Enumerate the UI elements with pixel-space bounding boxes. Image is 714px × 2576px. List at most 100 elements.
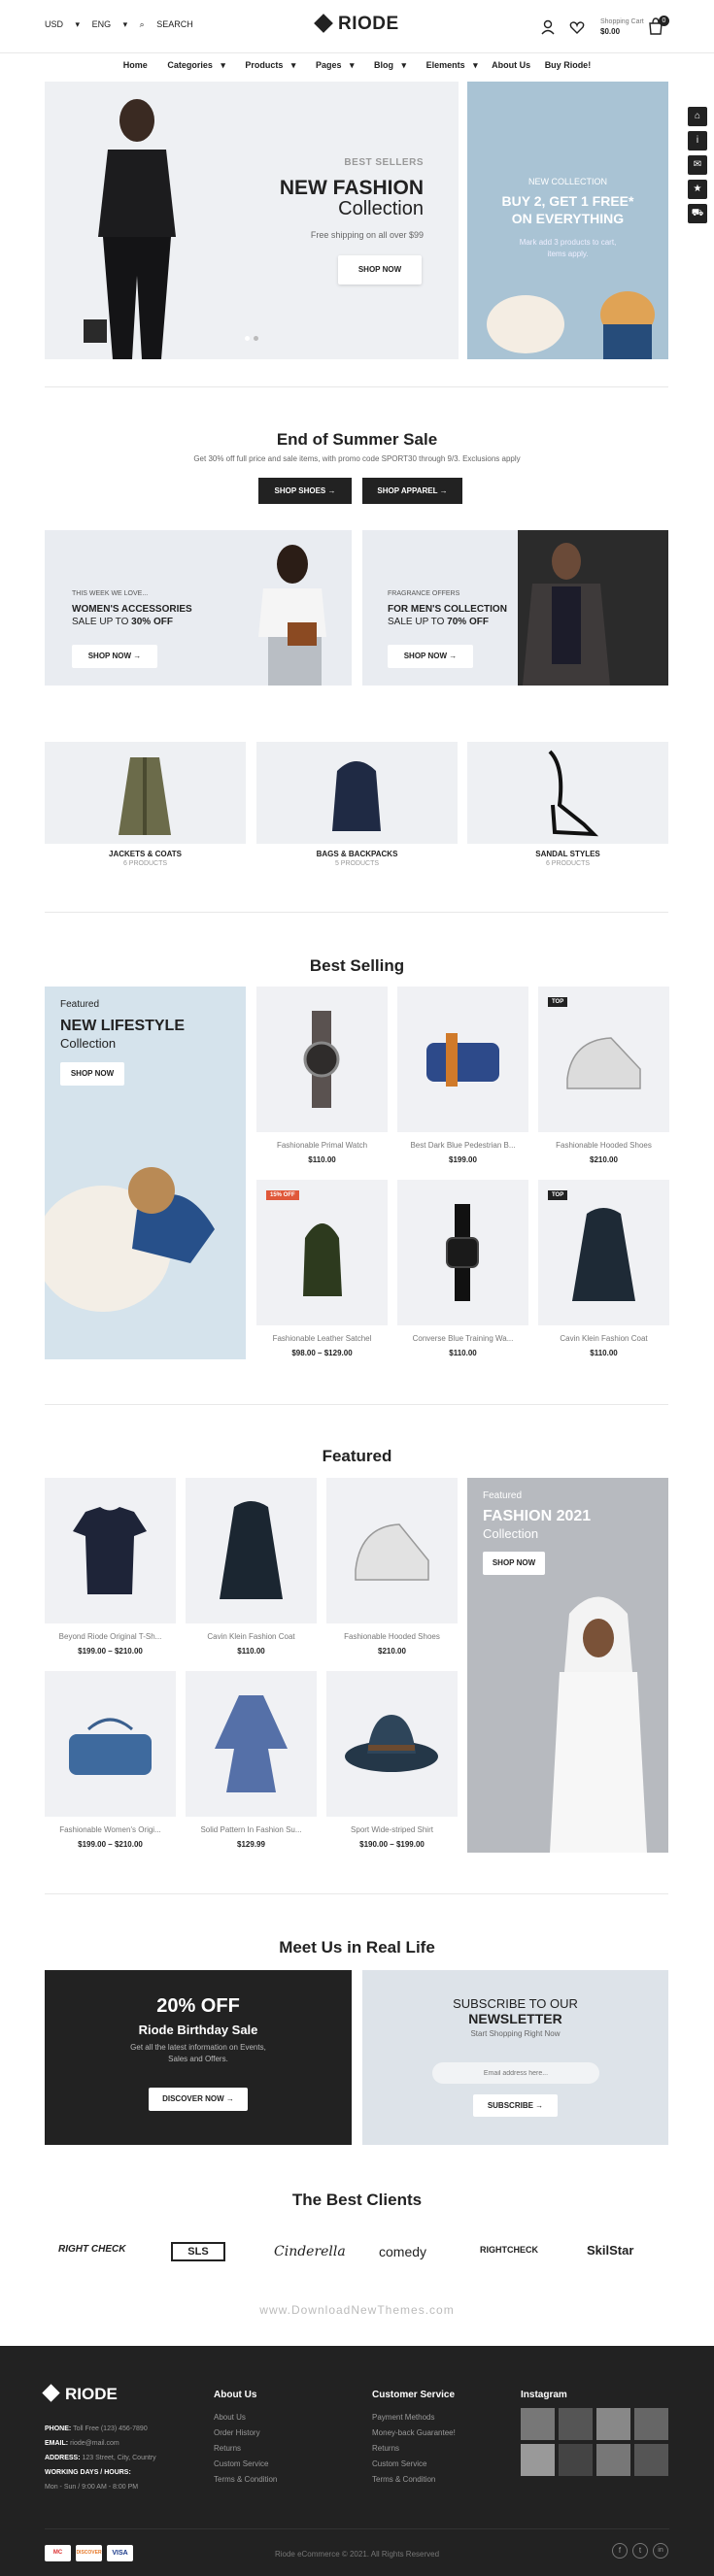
discover-now-button[interactable]: DISCOVER NOW → xyxy=(149,2088,248,2111)
nav-products[interactable]: Products ▾ xyxy=(239,60,295,71)
category-name[interactable]: JACKETS & COATS xyxy=(45,850,246,858)
nav-home[interactable]: Home xyxy=(123,60,148,70)
nav-elements[interactable]: Elements ▾ xyxy=(421,60,478,71)
product-name[interactable]: Cavin Klein Fashion Coat xyxy=(186,1632,317,1641)
product-name[interactable]: Sport Wide-striped Shirt xyxy=(326,1825,458,1834)
promo-shop-now-button[interactable]: SHOP NOW xyxy=(483,1552,545,1575)
banner-shop-now-button[interactable]: SHOP NOW → xyxy=(388,645,473,668)
home-icon[interactable]: ⌂ xyxy=(688,107,707,126)
birthday-sale-banner[interactable]: 20% OFF Riode Birthday Sale Get all the … xyxy=(45,1970,352,2145)
fashion-2021-promo[interactable]: Featured FASHION 2021 Collection SHOP NO… xyxy=(467,1478,668,1853)
client-logo-sls[interactable]: SLS xyxy=(171,2242,225,2261)
language-selector[interactable]: ENG ▾ xyxy=(92,19,128,30)
promo-shop-now-button[interactable]: SHOP NOW xyxy=(60,1062,124,1086)
banner-shop-now-button[interactable]: SHOP NOW → xyxy=(72,645,157,668)
category-sandals[interactable] xyxy=(467,742,668,844)
instagram-photo[interactable] xyxy=(634,2444,668,2476)
product-name[interactable]: Fashionable Leather Satchel xyxy=(256,1334,388,1343)
product-image[interactable] xyxy=(186,1671,317,1817)
search-toggle[interactable]: ⌕ SEARCH xyxy=(140,19,203,30)
category-name[interactable]: SANDAL STYLES xyxy=(467,850,668,858)
product-name[interactable]: Fashionable Primal Watch xyxy=(256,1141,388,1150)
subscribe-button[interactable]: SUBSCRIBE → xyxy=(473,2094,558,2117)
nav-categories[interactable]: Categories ▾ xyxy=(161,60,225,71)
product-image[interactable]: 15% OFF xyxy=(256,1180,388,1325)
footer-link[interactable]: Custom Service xyxy=(372,2457,456,2472)
category-name[interactable]: BAGS & BACKPACKS xyxy=(256,850,458,858)
site-logo[interactable]: RIODE xyxy=(314,14,399,35)
instagram-photo[interactable] xyxy=(596,2444,630,2476)
footer-link[interactable]: Terms & Condition xyxy=(214,2472,277,2488)
slider-dot-active[interactable] xyxy=(245,336,250,341)
shop-shoes-button[interactable]: SHOP SHOES → xyxy=(258,478,352,504)
product-image[interactable] xyxy=(397,1180,528,1325)
instagram-photo[interactable] xyxy=(634,2408,668,2440)
nav-pages[interactable]: Pages ▾ xyxy=(310,60,355,71)
product-image[interactable] xyxy=(45,1478,176,1623)
product-name[interactable]: Fashionable Hooded Shoes xyxy=(326,1632,458,1641)
shop-apparel-button[interactable]: SHOP APPAREL → xyxy=(362,478,462,504)
category-jackets[interactable] xyxy=(45,742,246,844)
product-name[interactable]: Fashionable Women's Origi... xyxy=(45,1825,176,1834)
product-image[interactable] xyxy=(256,987,388,1132)
section-divider xyxy=(45,386,668,387)
client-logo-comedy[interactable]: comedy xyxy=(379,2244,447,2259)
twitter-icon[interactable]: t xyxy=(632,2543,648,2559)
product-name[interactable]: Best Dark Blue Pedestrian B... xyxy=(397,1141,528,1150)
instagram-photo[interactable] xyxy=(559,2408,593,2440)
footer-link[interactable]: Returns xyxy=(372,2441,456,2457)
linkedin-icon[interactable]: in xyxy=(653,2543,668,2559)
newsletter-email-input[interactable] xyxy=(432,2062,599,2084)
nav-about[interactable]: About Us xyxy=(492,60,530,70)
product-name[interactable]: Beyond Riode Original T-Sh... xyxy=(45,1632,176,1641)
product-name[interactable]: Converse Blue Training Wa... xyxy=(397,1334,528,1343)
womens-accessories-banner[interactable]: THIS WEEK WE LOVE... WOMEN'S ACCESSORIES… xyxy=(45,530,352,686)
lifestyle-promo[interactable]: Featured NEW LIFESTYLE Collection SHOP N… xyxy=(45,987,246,1359)
product-image[interactable] xyxy=(45,1671,176,1817)
chat-icon[interactable]: ✉ xyxy=(688,155,707,175)
product-image[interactable]: TOP xyxy=(538,987,669,1132)
footer-link[interactable]: About Us xyxy=(214,2410,277,2425)
search-icon: ⌕ xyxy=(139,19,145,29)
product-name[interactable]: Cavin Klein Fashion Coat xyxy=(538,1334,669,1343)
hero-side-banner[interactable]: NEW COLLECTION BUY 2, GET 1 FREE* ON EVE… xyxy=(467,82,668,359)
client-logo-rightcheck-2[interactable]: RIGHTCHECK xyxy=(480,2245,558,2255)
dress-image xyxy=(215,1695,288,1792)
user-icon[interactable] xyxy=(540,19,556,35)
star-icon[interactable]: ★ xyxy=(688,180,707,199)
footer-logo[interactable]: RIODE xyxy=(42,2384,118,2404)
footer-link[interactable]: Payment Methods xyxy=(372,2410,456,2425)
nav-blog[interactable]: Blog ▾ xyxy=(368,60,406,71)
client-logo-cinderella[interactable]: Cinderella xyxy=(274,2244,352,2259)
hero-slider[interactable]: BEST SELLERS NEW FASHION Collection Free… xyxy=(45,82,459,359)
footer-link[interactable]: Custom Service xyxy=(214,2457,277,2472)
footer-link[interactable]: Returns xyxy=(214,2441,277,2457)
instagram-photo[interactable] xyxy=(596,2408,630,2440)
currency-selector[interactable]: USD ▾ xyxy=(45,19,80,30)
product-image[interactable] xyxy=(326,1478,458,1623)
product-image[interactable] xyxy=(326,1671,458,1817)
instagram-photo[interactable] xyxy=(521,2408,555,2440)
footer-link[interactable]: Money-back Guarantee! xyxy=(372,2425,456,2441)
category-bags[interactable] xyxy=(256,742,458,844)
client-logo-rightcheck[interactable]: RIGHT CHECK xyxy=(58,2244,126,2255)
footer-divider xyxy=(45,2528,669,2529)
footer-link[interactable]: Terms & Condition xyxy=(372,2472,456,2488)
footer-link[interactable]: Order History xyxy=(214,2425,277,2441)
cart-float-icon[interactable]: ⛟ xyxy=(688,204,707,223)
facebook-icon[interactable]: f xyxy=(612,2543,628,2559)
info-icon[interactable]: i xyxy=(688,131,707,151)
nav-buy[interactable]: Buy Riode! xyxy=(545,60,592,70)
instagram-photo[interactable] xyxy=(521,2444,555,2476)
product-image[interactable] xyxy=(186,1478,317,1623)
product-image[interactable] xyxy=(397,987,528,1132)
slider-dot[interactable] xyxy=(254,336,258,341)
wishlist-icon[interactable] xyxy=(569,19,585,35)
product-name[interactable]: Solid Pattern In Fashion Su... xyxy=(186,1825,317,1834)
client-logo-skilstar[interactable]: SkilStar xyxy=(587,2243,664,2258)
mens-collection-banner[interactable]: FRAGRANCE OFFERS FOR MEN'S COLLECTION SA… xyxy=(362,530,668,686)
instagram-photo[interactable] xyxy=(559,2444,593,2476)
product-name[interactable]: Fashionable Hooded Shoes xyxy=(538,1141,669,1150)
hero-shop-now-button[interactable]: SHOP NOW xyxy=(338,255,422,284)
product-image[interactable]: TOP xyxy=(538,1180,669,1325)
